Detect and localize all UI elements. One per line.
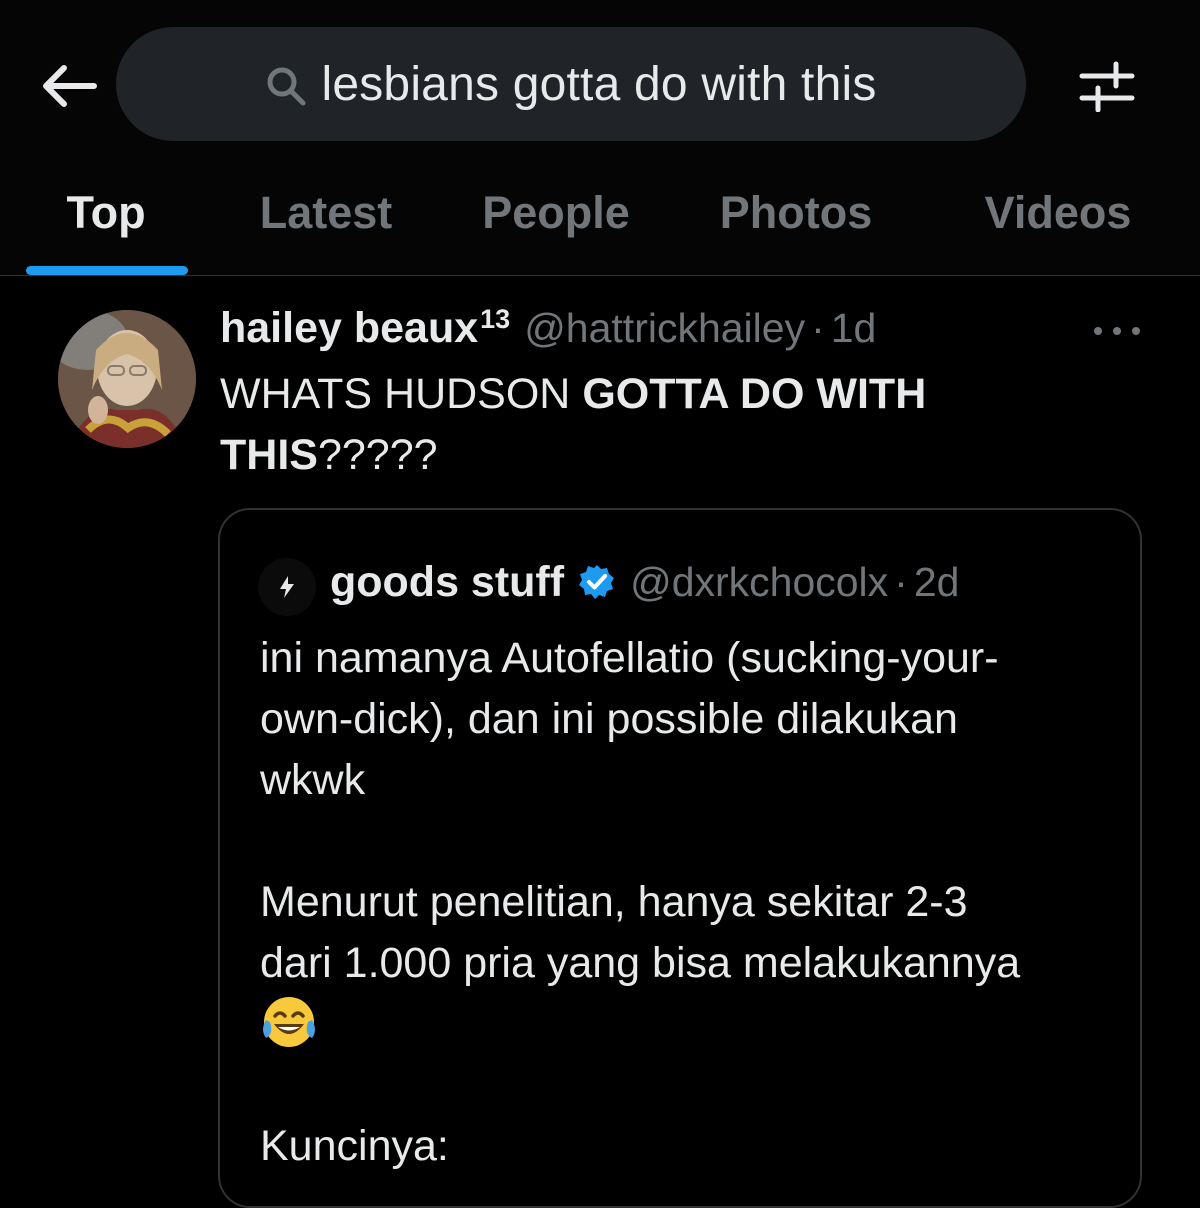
back-button[interactable] (36, 52, 104, 120)
author-name-superscript: 13 (480, 304, 511, 334)
quoted-tweet[interactable]: goods stuff @dxrkchocolx · 2d ini namany… (218, 508, 1142, 1208)
emoji-line (260, 994, 1120, 1055)
sliders-icon (1079, 61, 1135, 112)
tab-latest[interactable]: Latest (260, 150, 393, 276)
quoted-text-line: Kuncinya: (260, 1122, 449, 1170)
tweet-text: WHATS HUDSON GOTTA DO WITH THIS????? (220, 370, 927, 479)
quoted-header: goods stuff @dxrkchocolx · 2d (330, 552, 959, 612)
quoted-text-line: Menurut penelitian, hanya sekitar 2-3 (260, 878, 968, 926)
quoted-time[interactable]: 2d (914, 559, 960, 606)
search-filter-button[interactable] (1072, 54, 1142, 118)
quoted-text-line: ini namanya Autofellatio (sucking-your- (260, 634, 999, 682)
quoted-author-handle[interactable]: @dxrkchocolx (630, 559, 888, 606)
author-handle[interactable]: @hattrickhailey (524, 305, 805, 352)
active-tab-indicator (26, 266, 188, 275)
quoted-avatar[interactable] (258, 558, 316, 616)
more-dots-icon (1094, 327, 1102, 335)
quoted-text: ini namanya Autofellatio (sucking-your- … (260, 628, 1120, 1177)
separator-dot: · (894, 558, 908, 605)
arrow-left-icon (43, 65, 97, 107)
quoted-author-name[interactable]: goods stuff (330, 558, 564, 607)
verified-badge-icon (578, 563, 616, 601)
tweet-header: hailey beaux 13 @hattrickhailey · 1d (220, 304, 876, 364)
search-tabs: Top Latest People Photos Videos (0, 150, 1200, 276)
tab-photos[interactable]: Photos (720, 150, 873, 276)
tears-of-joy-emoji (260, 994, 318, 1069)
tab-top[interactable]: Top (66, 150, 145, 276)
search-input[interactable]: lesbians gotta do with this (116, 27, 1026, 141)
tab-videos[interactable]: Videos (985, 150, 1132, 276)
tweet-time[interactable]: 1d (831, 305, 877, 352)
quoted-text-line: dari 1.000 pria yang bisa melakukannya (260, 939, 1021, 987)
author-name[interactable]: hailey beaux (220, 304, 478, 353)
quoted-text-line (260, 1055, 1120, 1116)
search-icon (265, 65, 307, 107)
search-query[interactable]: lesbians gotta do with this (321, 57, 876, 112)
quoted-text-line: wkwk (260, 756, 366, 804)
tab-people[interactable]: People (482, 150, 630, 276)
quoted-text-line (260, 811, 1120, 872)
sparkle-icon (280, 576, 294, 598)
separator-dot: · (811, 305, 825, 351)
quoted-text-line: own-dick), dan ini possible dilakukan (260, 695, 958, 743)
more-options-button[interactable] (1094, 318, 1140, 344)
divider (0, 275, 1200, 276)
avatar[interactable] (58, 310, 196, 448)
